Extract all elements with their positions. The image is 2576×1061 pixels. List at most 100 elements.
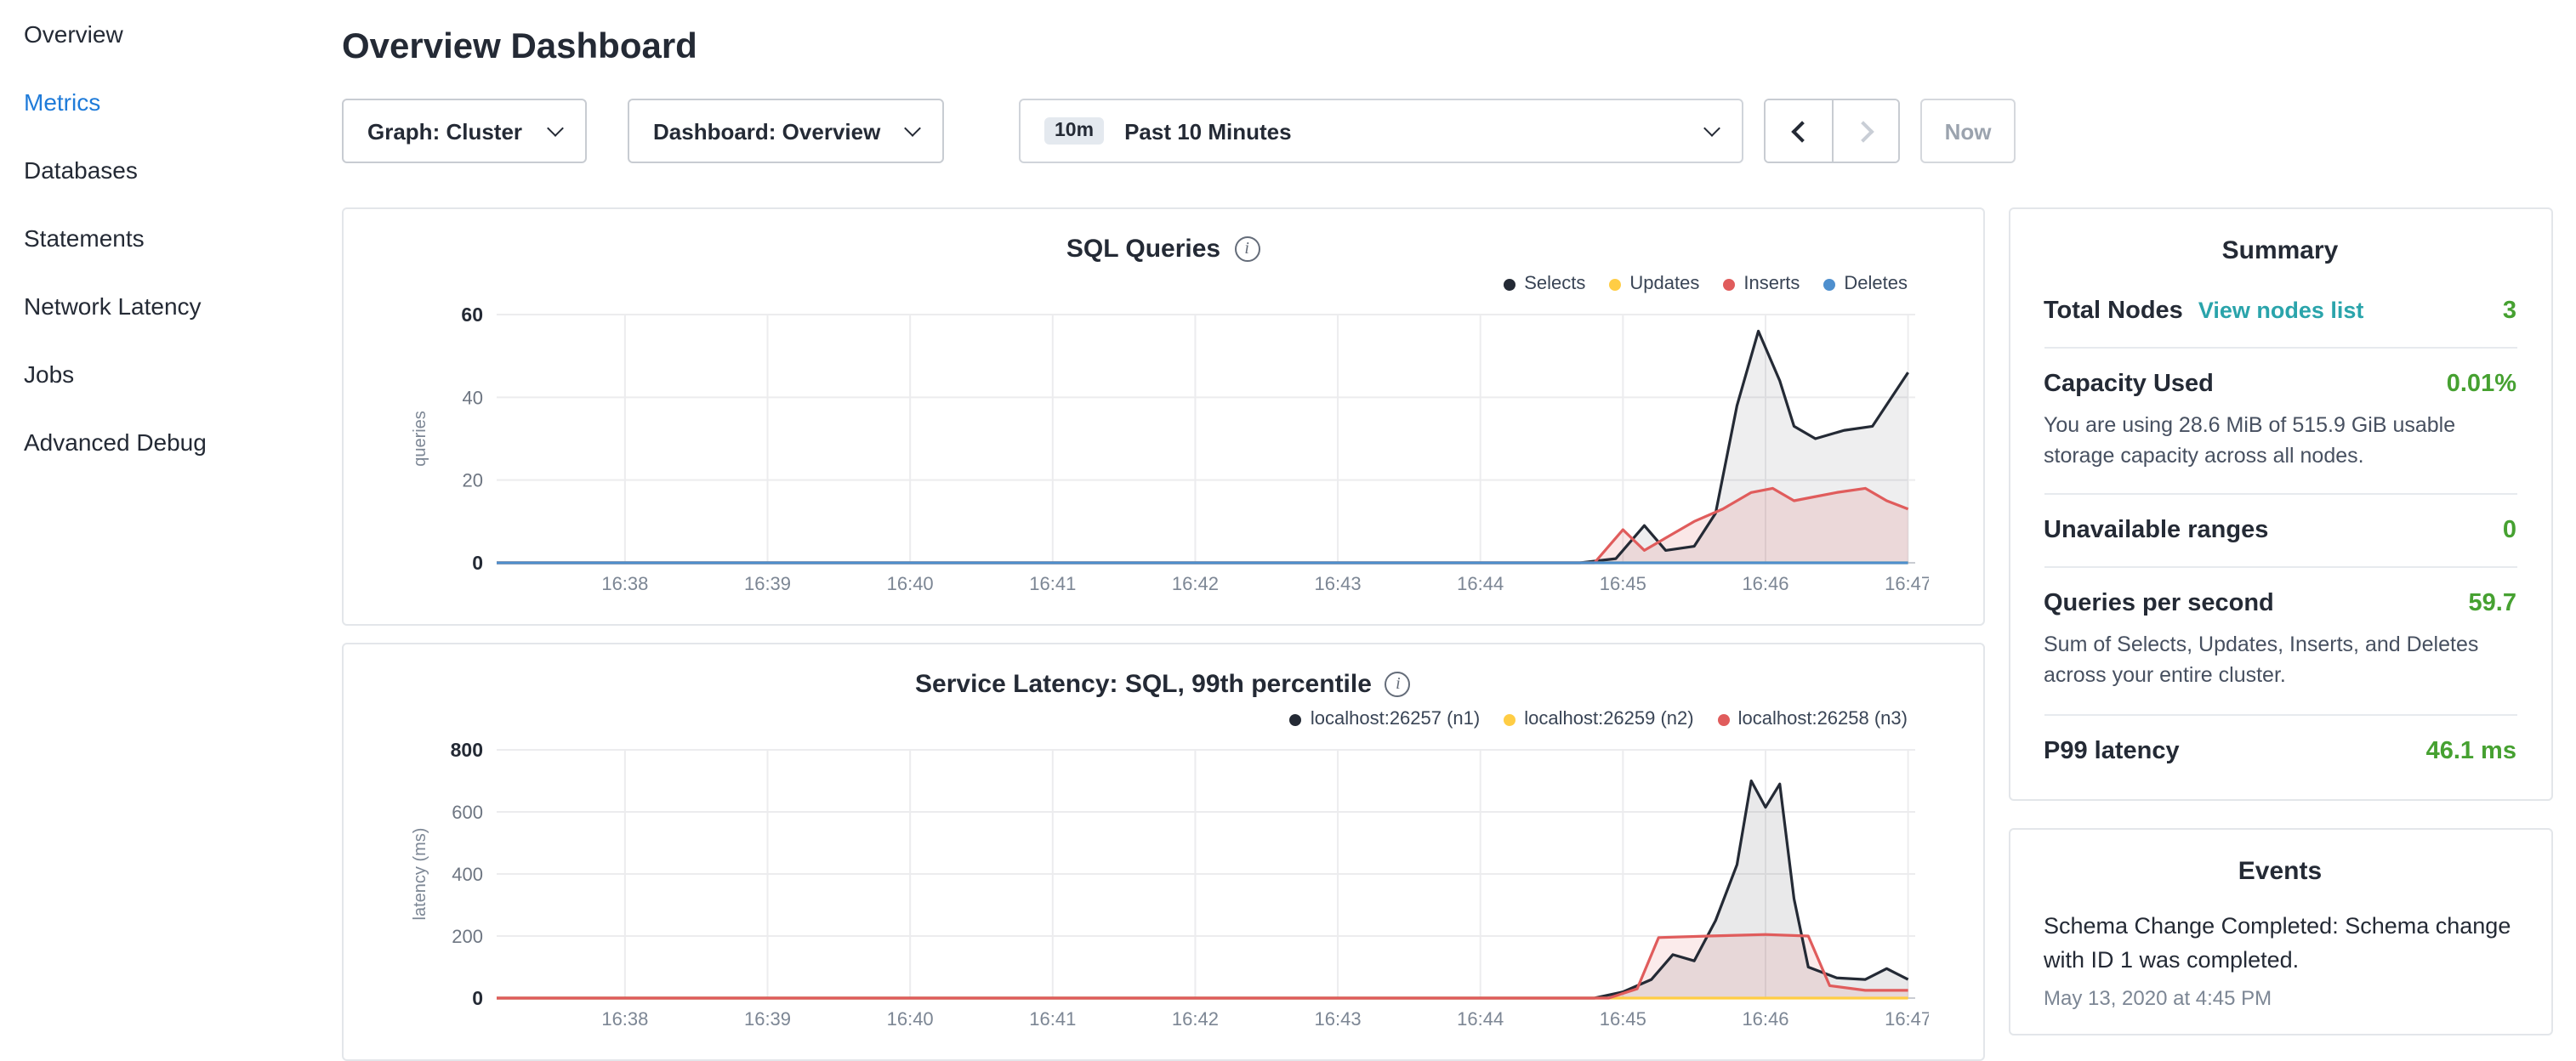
chart-title-row: SQL Queries i [371, 230, 1955, 267]
summary-row-top: Capacity Used0.01% [2044, 371, 2516, 398]
sidebar-item-jobs[interactable]: Jobs [0, 340, 316, 408]
y-axis-tick-label: 0 [472, 987, 483, 1009]
chevron-down-icon [1703, 119, 1720, 136]
event-item[interactable]: Schema Change Completed: Schema change w… [2044, 895, 2516, 1010]
chart-legend: Selects Updates Inserts Deletes [371, 270, 1955, 298]
summary-row: Unavailable ranges 0 [2044, 496, 2516, 569]
summary-row-top: Total NodesView nodes list3 [2044, 298, 2516, 325]
info-icon[interactable]: i [1385, 671, 1411, 696]
legend-dot-icon [1718, 713, 1730, 725]
legend-item[interactable]: localhost:26259 (n2) [1504, 709, 1693, 729]
x-axis-tick-label: 16:47 [1885, 573, 1929, 594]
chart-panel-sql-queries: SQL Queries i Selects Updates Inserts Delet… [342, 207, 1984, 626]
time-scale-badge: 10m [1044, 117, 1104, 145]
legend-item[interactable]: localhost:26258 (n3) [1718, 709, 1908, 729]
legend-dot-icon [1609, 278, 1621, 290]
summary-rows: Total NodesView nodes list3Capacity Used… [2044, 275, 2516, 774]
x-axis-tick-label: 16:42 [1171, 1008, 1218, 1030]
y-axis-unit-label: latency (ms) [411, 828, 429, 921]
charts-column: SQL Queries i Selects Updates Inserts Delet… [342, 207, 1984, 1061]
graph-dropdown[interactable]: Graph: Cluster [342, 99, 587, 163]
legend-item[interactable]: Inserts [1723, 274, 1800, 294]
x-axis-tick-label: 16:46 [1742, 573, 1788, 594]
summary-title: Summary [2044, 236, 2516, 265]
series-area [497, 488, 1908, 563]
summary-row-top: Unavailable ranges 0 [2044, 518, 2516, 545]
x-axis-tick-label: 16:43 [1314, 573, 1361, 594]
summary-row-top: P99 latency46.1 ms [2044, 737, 2516, 764]
summary-value: 3 [2503, 298, 2516, 325]
summary-row: Capacity Used0.01% You are using 28.6 MiB… [2044, 349, 2516, 496]
legend-dot-icon [1723, 278, 1735, 290]
sidebar-nav: OverviewMetricsDatabasesStatementsNetwor… [0, 0, 316, 476]
events-list: Schema Change Completed: Schema change w… [2044, 895, 2516, 1010]
y-axis-tick-label: 200 [452, 926, 483, 947]
chevron-left-icon [1790, 120, 1811, 141]
y-axis-tick-label: 40 [462, 387, 482, 408]
dashboard-dropdown[interactable]: Dashboard: Overview [628, 99, 944, 163]
x-axis-tick-label: 16:45 [1599, 1008, 1646, 1030]
sidebar-item-metrics[interactable]: Metrics [0, 68, 316, 136]
x-axis-tick-label: 16:46 [1742, 1008, 1788, 1030]
summary-description: You are using 28.6 MiB of 515.9 GiB usab… [2044, 410, 2516, 472]
x-axis-tick-label: 16:44 [1457, 1008, 1504, 1030]
events-panel: Events Schema Change Completed: Schema c… [2008, 827, 2552, 1035]
page-title: Overview Dashboard [342, 27, 2552, 68]
summary-description: Sum of Selects, Updates, Inserts, and De… [2044, 630, 2516, 692]
chevron-down-icon [547, 119, 564, 136]
content-row: SQL Queries i Selects Updates Inserts Delet… [342, 207, 2552, 1061]
legend-item[interactable]: localhost:26257 (n1) [1290, 709, 1480, 729]
chart-legend: localhost:26257 (n1) localhost:26259 (n2)… [371, 706, 1955, 733]
legend-dot-icon [1290, 713, 1302, 725]
sidebar-item-overview[interactable]: Overview [0, 0, 316, 68]
summary-label: Unavailable ranges [2044, 518, 2268, 545]
chevron-down-icon [904, 119, 921, 136]
time-forward-button[interactable] [1832, 100, 1898, 162]
events-title: Events [2044, 856, 2516, 885]
y-axis-tick-label: 800 [450, 739, 482, 761]
sql-queries-chart: 16:3816:3916:4016:4116:4216:4316:4416:45… [398, 301, 1929, 604]
app-root: OverviewMetricsDatabasesStatementsNetwor… [0, 0, 2576, 1051]
x-axis-tick-label: 16:38 [601, 1008, 648, 1030]
x-axis-tick-label: 16:38 [601, 573, 648, 594]
legend-label: localhost:26259 (n2) [1524, 709, 1693, 729]
summary-value: 46.1 ms [2426, 737, 2516, 764]
time-range-dropdown[interactable]: 10m Past 10 Minutes [1019, 99, 1743, 163]
sidebar-item-network-latency[interactable]: Network Latency [0, 272, 316, 340]
service-latency-chart: 16:3816:3916:4016:4116:4216:4316:4416:45… [398, 736, 1929, 1039]
summary-value: 59.7 [2469, 591, 2516, 618]
x-axis-tick-label: 16:44 [1457, 573, 1504, 594]
event-text: Schema Change Completed: Schema change w… [2044, 909, 2516, 978]
main-content: Overview Dashboard Graph: Cluster Dashbo… [316, 0, 2576, 1051]
legend-item[interactable]: Updates [1609, 274, 1699, 294]
info-icon[interactable]: i [1234, 235, 1260, 261]
y-axis-tick-label: 60 [461, 304, 483, 326]
legend-item[interactable]: Selects [1504, 274, 1585, 294]
series-area [497, 934, 1908, 998]
sidebar: OverviewMetricsDatabasesStatementsNetwor… [0, 0, 316, 1051]
sidebar-item-advanced-debug[interactable]: Advanced Debug [0, 408, 316, 476]
sidebar-item-databases[interactable]: Databases [0, 136, 316, 204]
dashboard-dropdown-label: Dashboard: Overview [653, 118, 880, 144]
x-axis-tick-label: 16:43 [1314, 1008, 1361, 1030]
y-axis-unit-label: queries [411, 411, 429, 467]
legend-item[interactable]: Deletes [1823, 274, 1908, 294]
chart-title-row: Service Latency: SQL, 99th percentile i [371, 665, 1955, 702]
legend-dot-icon [1504, 278, 1515, 290]
legend-dot-icon [1504, 713, 1515, 725]
x-axis-tick-label: 16:41 [1029, 1008, 1076, 1030]
right-column: Summary Total NodesView nodes list3Capac… [2008, 207, 2552, 1035]
summary-label: Capacity Used [2044, 371, 2214, 398]
summary-value: 0 [2503, 518, 2516, 545]
legend-label: Updates [1629, 274, 1699, 294]
sidebar-item-statements[interactable]: Statements [0, 204, 316, 272]
view-nodes-list-link[interactable]: View nodes list [2198, 298, 2364, 323]
y-axis-tick-label: 20 [462, 470, 482, 491]
summary-row: Queries per second 59.7 Sum of Selects, Up… [2044, 569, 2516, 716]
summary-row-top: Queries per second 59.7 [2044, 591, 2516, 618]
summary-label: Queries per second [2044, 591, 2274, 618]
time-controls: 10m Past 10 Minutes Now [1019, 99, 2016, 163]
legend-dot-icon [1823, 278, 1835, 290]
time-back-button[interactable] [1766, 100, 1832, 162]
now-button[interactable]: Now [1920, 99, 2016, 163]
